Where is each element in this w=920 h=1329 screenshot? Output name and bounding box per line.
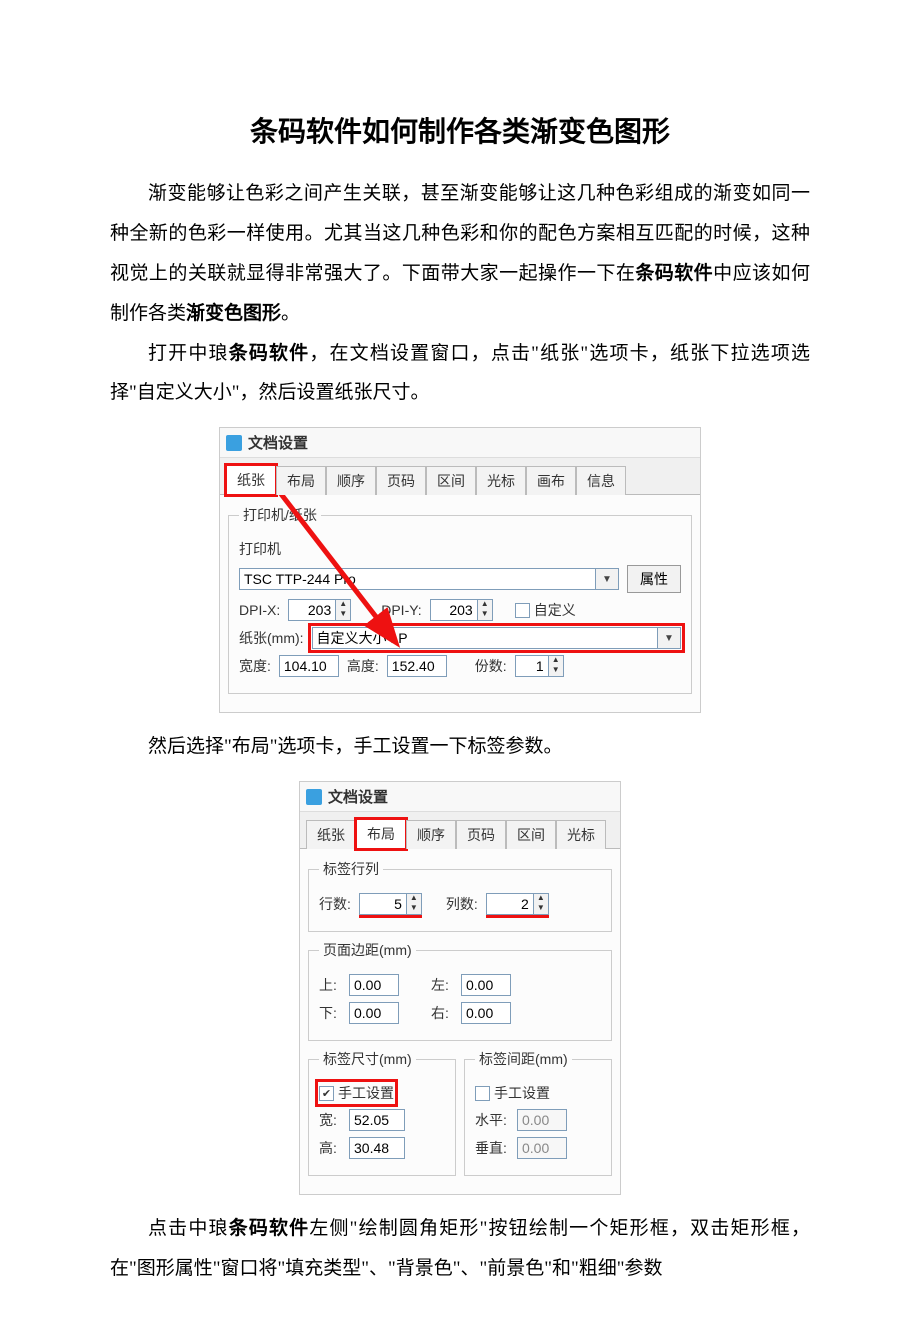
bold-text: 条码软件 bbox=[635, 263, 713, 284]
spin-down-icon[interactable]: ▼ bbox=[336, 610, 350, 620]
dropdown-icon[interactable]: ▼ bbox=[657, 627, 681, 649]
group-label: 打印机/纸张 bbox=[239, 505, 321, 525]
properties-button[interactable]: 属性 bbox=[627, 565, 681, 593]
bold-text: 渐变色图形 bbox=[186, 303, 281, 324]
margin-bottom-input[interactable] bbox=[349, 1002, 399, 1024]
app-icon bbox=[226, 435, 242, 451]
copies-label: 份数: bbox=[475, 656, 507, 676]
tab-row: 纸张 布局 顺序 页码 区间 光标 bbox=[300, 812, 620, 848]
printer-label: 打印机 bbox=[239, 539, 281, 559]
gap-vert-label: 垂直: bbox=[475, 1138, 509, 1158]
rows-input[interactable]: ▲▼ bbox=[359, 893, 422, 915]
width-label: 宽度: bbox=[239, 656, 271, 676]
dialog-title: 文档设置 bbox=[328, 786, 388, 807]
margin-left-input[interactable] bbox=[461, 974, 511, 996]
width-input[interactable] bbox=[279, 655, 339, 677]
checkbox-label: 手工设置 bbox=[494, 1083, 550, 1103]
printer-select[interactable] bbox=[239, 568, 595, 590]
tab-cursor[interactable]: 光标 bbox=[476, 466, 526, 495]
tab-layout[interactable]: 布局 bbox=[276, 466, 326, 495]
tab-row: 纸张 布局 顺序 页码 区间 光标 画布 信息 bbox=[220, 458, 700, 494]
margin-top-input[interactable] bbox=[349, 974, 399, 996]
dropdown-icon[interactable]: ▼ bbox=[595, 568, 619, 590]
rows-label: 行数: bbox=[319, 894, 351, 914]
cols-input[interactable]: ▲▼ bbox=[486, 893, 549, 915]
margin-right-input[interactable] bbox=[461, 1002, 511, 1024]
checkbox-label: 手工设置 bbox=[338, 1083, 394, 1103]
app-icon bbox=[306, 789, 322, 805]
tab-paper[interactable]: 纸张 bbox=[306, 820, 356, 849]
paragraph-2: 打开中琅条码软件，在文档设置窗口，点击"纸张"选项卡，纸张下拉选项选择"自定义大… bbox=[110, 334, 810, 414]
spin-down-icon[interactable]: ▼ bbox=[478, 610, 492, 620]
label-height-label: 高: bbox=[319, 1138, 341, 1158]
checkbox-label: 自定义 bbox=[534, 600, 576, 620]
tab-canvas[interactable]: 画布 bbox=[526, 466, 576, 495]
group-label: 页面边距(mm) bbox=[319, 940, 416, 960]
label-gap-group: 标签间距(mm) 手工设置 水平: 垂直: bbox=[464, 1049, 612, 1176]
group-label: 标签行列 bbox=[319, 859, 383, 879]
doc-settings-dialog-paper: 文档设置 纸张 布局 顺序 页码 区间 光标 画布 信息 打印机/纸张 打印机 … bbox=[219, 427, 701, 713]
dpix-input[interactable]: ▲▼ bbox=[288, 599, 351, 621]
tab-range[interactable]: 区间 bbox=[426, 466, 476, 495]
spin-down-icon[interactable]: ▼ bbox=[549, 666, 563, 676]
margin-bottom-label: 下: bbox=[319, 1003, 341, 1023]
group-label: 标签尺寸(mm) bbox=[319, 1049, 416, 1069]
page-title: 条码软件如何制作各类渐变色图形 bbox=[110, 110, 810, 150]
paragraph-4: 点击中琅条码软件左侧"绘制圆角矩形"按钮绘制一个矩形框，双击矩形框，在"图形属性… bbox=[110, 1209, 810, 1289]
dpiy-input[interactable]: ▲▼ bbox=[430, 599, 493, 621]
paper-size-select[interactable] bbox=[312, 627, 657, 649]
label-width-input[interactable] bbox=[349, 1109, 405, 1131]
tab-page[interactable]: 页码 bbox=[456, 820, 506, 849]
copies-input[interactable]: ▲▼ bbox=[515, 655, 564, 677]
height-input[interactable] bbox=[387, 655, 447, 677]
printer-paper-group: 打印机/纸张 打印机 ▼ 属性 DPI-X: ▲▼ bbox=[228, 505, 692, 694]
tab-order[interactable]: 顺序 bbox=[406, 820, 456, 849]
text: 打开中琅 bbox=[148, 343, 229, 364]
dialog-titlebar: 文档设置 bbox=[300, 782, 620, 812]
text: 。 bbox=[281, 303, 300, 324]
margin-top-label: 上: bbox=[319, 975, 341, 995]
margin-right-label: 右: bbox=[431, 1003, 453, 1023]
gap-horiz-input[interactable] bbox=[517, 1109, 567, 1131]
manual-size-checkbox[interactable]: ✔手工设置 bbox=[319, 1083, 394, 1103]
bold-text: 条码软件 bbox=[229, 1218, 310, 1239]
margin-left-label: 左: bbox=[431, 975, 453, 995]
tab-info[interactable]: 信息 bbox=[576, 466, 626, 495]
doc-settings-dialog-layout: 文档设置 纸张 布局 顺序 页码 区间 光标 标签行列 行数: ▲▼ 列数: bbox=[299, 781, 621, 1195]
label-size-group: 标签尺寸(mm) ✔手工设置 宽: 高: bbox=[308, 1049, 456, 1176]
tab-order[interactable]: 顺序 bbox=[326, 466, 376, 495]
paragraph-3: 然后选择"布局"选项卡，手工设置一下标签参数。 bbox=[110, 727, 810, 767]
paper-label: 纸张(mm): bbox=[239, 628, 304, 648]
page-margin-group: 页面边距(mm) 上: 左: 下: 右: bbox=[308, 940, 612, 1041]
custom-dpi-checkbox[interactable]: 自定义 bbox=[515, 600, 576, 620]
tab-range[interactable]: 区间 bbox=[506, 820, 556, 849]
tab-page[interactable]: 页码 bbox=[376, 466, 426, 495]
dpiy-label: DPI-Y: bbox=[381, 602, 421, 618]
cols-label: 列数: bbox=[446, 894, 478, 914]
spin-down-icon[interactable]: ▼ bbox=[534, 904, 548, 914]
gap-horiz-label: 水平: bbox=[475, 1110, 509, 1130]
height-label: 高度: bbox=[347, 656, 379, 676]
paragraph-1: 渐变能够让色彩之间产生关联，甚至渐变能够让这几种色彩组成的渐变如同一种全新的色彩… bbox=[110, 174, 810, 334]
dialog-title: 文档设置 bbox=[248, 432, 308, 453]
text: 点击中琅 bbox=[148, 1218, 229, 1239]
bold-text: 条码软件 bbox=[229, 343, 310, 364]
tab-cursor[interactable]: 光标 bbox=[556, 820, 606, 849]
dpix-label: DPI-X: bbox=[239, 602, 280, 618]
tab-layout[interactable]: 布局 bbox=[356, 819, 406, 849]
spin-down-icon[interactable]: ▼ bbox=[407, 904, 421, 914]
label-width-label: 宽: bbox=[319, 1110, 341, 1130]
label-rowcol-group: 标签行列 行数: ▲▼ 列数: ▲▼ bbox=[308, 859, 612, 932]
gap-vert-input[interactable] bbox=[517, 1137, 567, 1159]
dialog-titlebar: 文档设置 bbox=[220, 428, 700, 458]
label-height-input[interactable] bbox=[349, 1137, 405, 1159]
group-label: 标签间距(mm) bbox=[475, 1049, 572, 1069]
manual-gap-checkbox[interactable]: 手工设置 bbox=[475, 1083, 550, 1103]
tab-paper[interactable]: 纸张 bbox=[226, 465, 276, 495]
